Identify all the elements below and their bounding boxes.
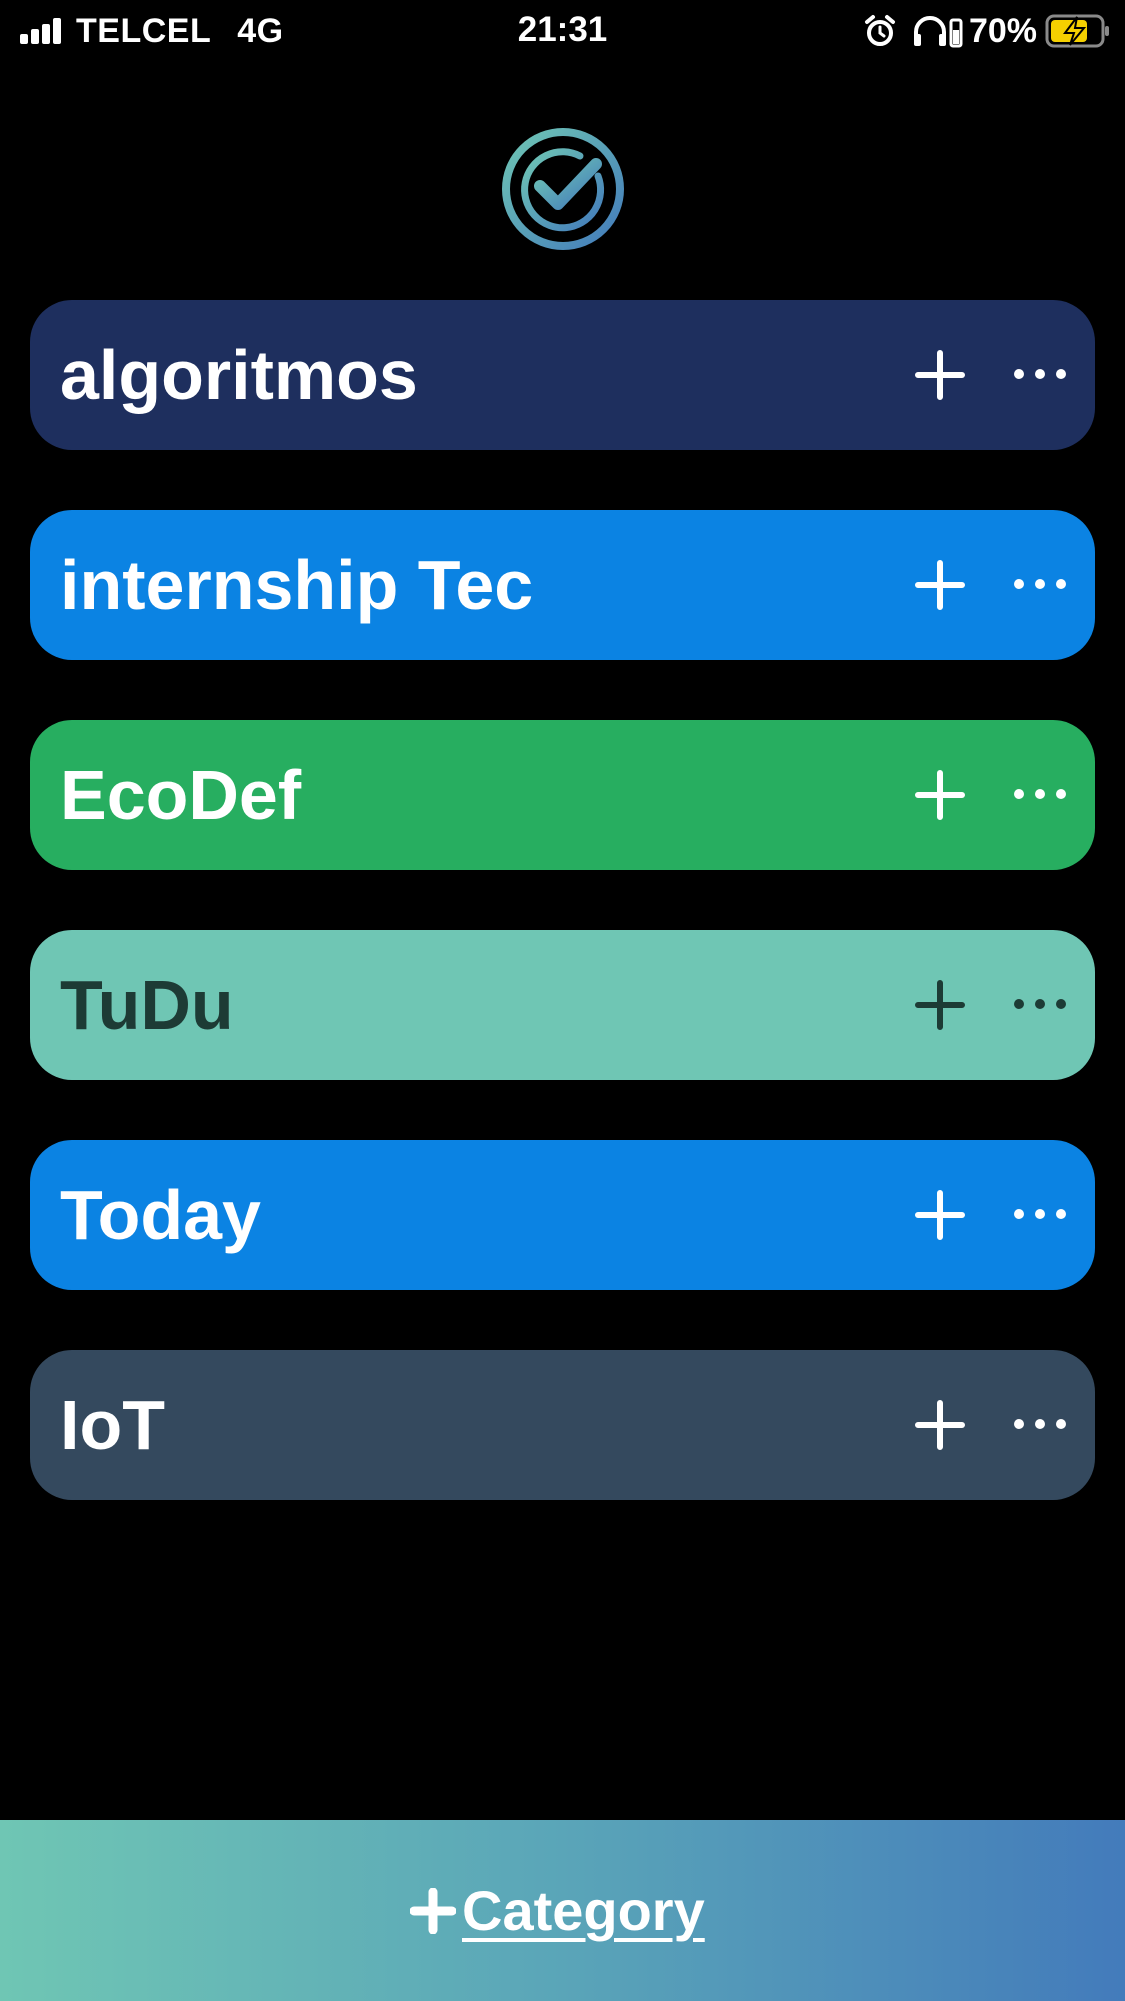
category-name: algoritmos: [60, 336, 418, 414]
category-name: EcoDef: [60, 756, 302, 834]
add-task-plus-icon[interactable]: [910, 1395, 970, 1455]
more-options-icon[interactable]: [1012, 574, 1068, 594]
category-card[interactable]: TuDu: [30, 930, 1095, 1080]
check-circle-logo-icon: [502, 128, 624, 250]
battery-percent: 70%: [968, 11, 1037, 50]
category-card[interactable]: internship Tec: [30, 510, 1095, 660]
more-options-icon[interactable]: [1012, 364, 1068, 384]
category-list: algoritmos internship Tec EcoDef TuDu To…: [30, 300, 1095, 1560]
more-options-icon[interactable]: [1012, 1204, 1068, 1224]
category-card[interactable]: IoT: [30, 1350, 1095, 1500]
add-task-plus-icon[interactable]: [910, 345, 970, 405]
status-bar: TELCEL 4G 21:31 70%: [0, 0, 1125, 62]
plus-icon: [410, 1887, 456, 1934]
add-task-plus-icon[interactable]: [910, 1185, 970, 1245]
category-name: internship Tec: [60, 546, 534, 624]
more-options-icon[interactable]: [1012, 784, 1068, 804]
bottom-bar: Category: [0, 1820, 1125, 2001]
battery-charging-icon: [1045, 14, 1109, 48]
headphones-battery-icon: [913, 16, 963, 48]
alarm-icon: [864, 15, 895, 46]
category-name: TuDu: [60, 966, 234, 1044]
category-card[interactable]: algoritmos: [30, 300, 1095, 450]
add-category-button[interactable]: Category: [410, 1878, 705, 1943]
category-card[interactable]: Today: [30, 1140, 1095, 1290]
add-task-plus-icon[interactable]: [910, 555, 970, 615]
add-task-plus-icon[interactable]: [910, 975, 970, 1035]
more-options-icon[interactable]: [1012, 1414, 1068, 1434]
category-card[interactable]: EcoDef: [30, 720, 1095, 870]
more-options-icon[interactable]: [1012, 994, 1068, 1014]
category-name: IoT: [60, 1386, 165, 1464]
add-category-label: Category: [462, 1879, 705, 1942]
status-right: 70%: [863, 10, 1111, 52]
add-task-plus-icon[interactable]: [910, 765, 970, 825]
category-name: Today: [60, 1176, 261, 1254]
